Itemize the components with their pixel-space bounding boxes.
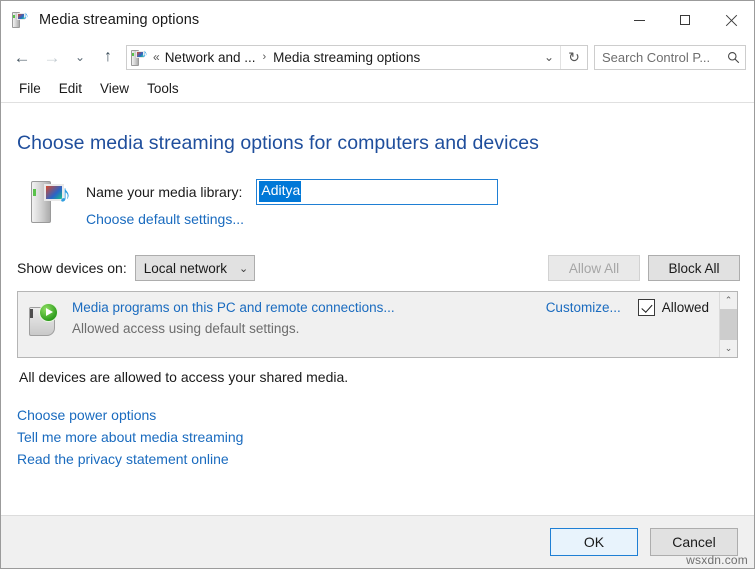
- media-streaming-icon: ♪: [12, 11, 30, 29]
- customize-link[interactable]: Customize...: [546, 300, 621, 315]
- choose-power-options-link[interactable]: Choose power options: [17, 407, 740, 423]
- breadcrumb-separator-icon: ›: [262, 51, 267, 63]
- choose-default-settings-link[interactable]: Choose default settings...: [86, 211, 244, 227]
- window-title: Media streaming options: [39, 12, 200, 28]
- search-box[interactable]: Search Control P...: [594, 44, 746, 70]
- refresh-icon[interactable]: ↻: [560, 45, 587, 69]
- search-icon[interactable]: [721, 51, 745, 64]
- show-devices-dropdown[interactable]: Local network ⌄: [134, 255, 256, 281]
- content-area: Choose media streaming options for compu…: [1, 103, 754, 515]
- show-devices-selected-value: Local network: [143, 260, 228, 276]
- related-links: Choose power options Tell me more about …: [17, 407, 740, 467]
- media-library-name-row: Name your media library: Aditya: [86, 178, 740, 205]
- up-button[interactable]: ↑: [93, 44, 123, 70]
- menu-tools[interactable]: Tools: [138, 78, 188, 99]
- menu-file[interactable]: File: [10, 78, 50, 99]
- maximize-icon: [680, 15, 690, 25]
- device-item-title-link[interactable]: Media programs on this PC and remote con…: [72, 300, 395, 315]
- title-bar: ♪ Media streaming options: [1, 1, 754, 39]
- breadcrumb-overflow-icon[interactable]: «: [153, 50, 160, 64]
- menu-bar: File Edit View Tools: [1, 75, 754, 103]
- device-item-header: Media programs on this PC and remote con…: [72, 299, 719, 316]
- minimize-icon: [633, 19, 645, 21]
- address-bar[interactable]: ♪ « Network and ... › Media streaming op…: [126, 44, 588, 70]
- media-library-name-value: Aditya: [259, 181, 302, 202]
- ok-button[interactable]: OK: [550, 528, 638, 556]
- device-item-subtitle: Allowed access using default settings.: [72, 321, 300, 336]
- close-icon: [725, 14, 737, 26]
- close-button[interactable]: [708, 1, 754, 39]
- dialog-footer: OK Cancel wsxdn.com: [1, 515, 754, 568]
- privacy-statement-link[interactable]: Read the privacy statement online: [17, 451, 740, 467]
- show-devices-row: Show devices on: Local network ⌄ Allow A…: [17, 255, 740, 281]
- scroll-down-arrow-icon[interactable]: ⌄: [720, 340, 737, 357]
- media-library-name-input[interactable]: Aditya: [256, 178, 499, 205]
- device-list-scrollbar[interactable]: ⌃ ⌄: [719, 292, 737, 357]
- device-item-texts: Media programs on this PC and remote con…: [72, 299, 719, 336]
- device-list-item[interactable]: Media programs on this PC and remote con…: [18, 292, 719, 357]
- address-bar-icon: ♪: [131, 48, 148, 66]
- page-title: Choose media streaming options for compu…: [17, 132, 539, 154]
- media-programs-play-icon: [28, 302, 62, 340]
- device-list: Media programs on this PC and remote con…: [17, 291, 738, 358]
- maximize-button[interactable]: [662, 1, 708, 39]
- media-library-pc-icon: ♪: [31, 179, 77, 225]
- navigation-bar: ← → ⌄ ↑ ♪ « Network and ... › Media stre…: [1, 39, 754, 75]
- device-item-actions: Customize... Allowed: [546, 299, 719, 316]
- scrollbar-thumb[interactable]: [720, 309, 737, 340]
- scroll-up-arrow-icon[interactable]: ⌃: [720, 292, 737, 309]
- allowed-checkbox[interactable]: [637, 299, 655, 316]
- media-streaming-options-window: ♪ Media streaming options ← → ⌄ ↑ ♪ « Ne…: [0, 0, 755, 569]
- media-library-fields: Name your media library: Aditya Choose d…: [86, 178, 740, 229]
- block-all-button[interactable]: Block All: [648, 255, 740, 281]
- recent-locations-button[interactable]: ⌄: [67, 44, 93, 70]
- media-library-label: Name your media library:: [86, 183, 243, 200]
- allow-all-button: Allow All: [548, 255, 640, 281]
- breadcrumb-item-media-streaming[interactable]: Media streaming options: [273, 50, 420, 65]
- status-text: All devices are allowed to access your s…: [19, 369, 349, 385]
- menu-view[interactable]: View: [91, 78, 138, 99]
- media-library-section: ♪ Name your media library: Aditya Choose…: [31, 178, 740, 229]
- watermark: wsxdn.com: [686, 553, 748, 567]
- show-devices-label: Show devices on:: [17, 260, 127, 276]
- window-controls: [616, 1, 754, 39]
- breadcrumb-item-network[interactable]: Network and ...: [165, 50, 256, 65]
- back-button[interactable]: ←: [7, 44, 37, 70]
- minimize-button[interactable]: [616, 1, 662, 39]
- menu-edit[interactable]: Edit: [50, 78, 91, 99]
- address-dropdown-icon[interactable]: ⌄: [538, 46, 560, 69]
- tell-me-more-link[interactable]: Tell me more about media streaming: [17, 429, 740, 445]
- allowed-label: Allowed: [661, 300, 709, 315]
- chevron-down-icon: ⌄: [239, 262, 249, 275]
- cancel-button[interactable]: Cancel: [650, 528, 738, 556]
- search-input[interactable]: Search Control P...: [595, 50, 721, 65]
- forward-button: →: [43, 47, 61, 67]
